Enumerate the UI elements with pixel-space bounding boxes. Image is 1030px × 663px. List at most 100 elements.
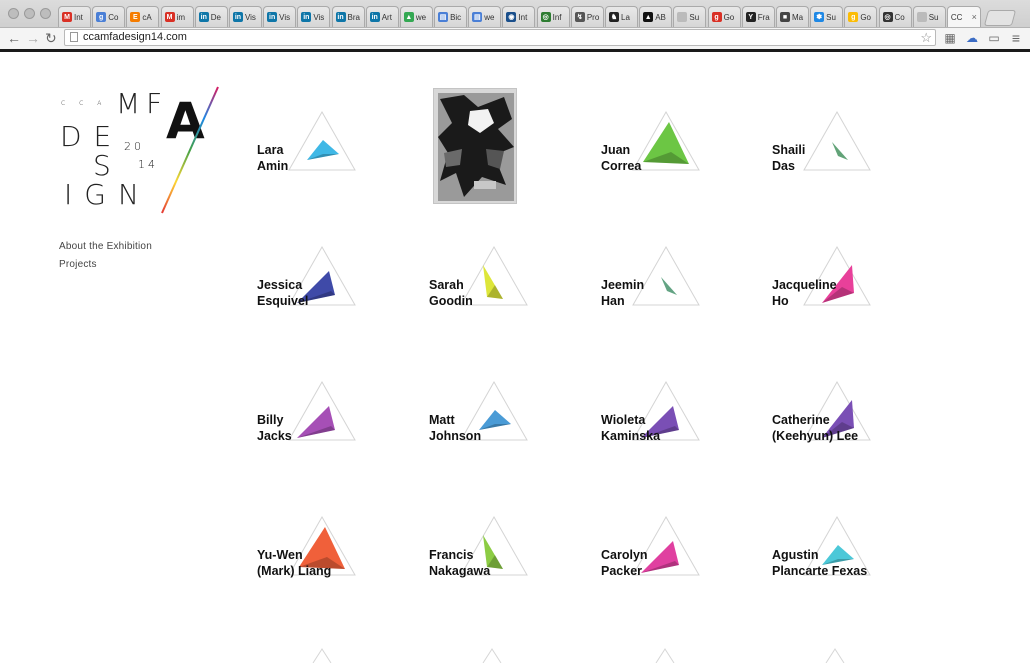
logo-rainbow-slash <box>161 86 219 214</box>
maximize-window-button[interactable] <box>40 8 51 19</box>
extension-window-icon[interactable]: ▦ <box>943 31 957 45</box>
student-card[interactable]: Agustin Plancarte Fexas <box>772 515 942 625</box>
browser-tab[interactable]: ◎ Co <box>878 6 912 27</box>
tab-favicon-icon: E <box>130 12 141 22</box>
browser-tab[interactable]: g Go <box>707 6 741 27</box>
tab-favicon-icon: in <box>335 12 346 22</box>
student-name[interactable]: Carolyn Packer <box>601 547 648 579</box>
browser-tab[interactable]: in Art <box>365 6 399 27</box>
back-arrow-icon[interactable]: ← <box>7 30 21 46</box>
browser-tab[interactable]: ▤ we <box>468 6 502 27</box>
forward-arrow-icon[interactable]: → <box>26 30 40 46</box>
browser-tab[interactable]: Y Fra <box>741 6 775 27</box>
browser-tab[interactable]: CC × <box>946 6 981 27</box>
browser-tab[interactable]: in Bra <box>331 6 365 27</box>
browser-tab[interactable]: ✽ Su <box>810 6 844 27</box>
student-name[interactable]: Francis Nakagawa <box>429 547 490 579</box>
student-name[interactable]: Juan Correa <box>601 142 641 174</box>
browser-tab[interactable]: in Vis <box>228 6 262 27</box>
browser-tab[interactable]: M Int <box>58 6 91 27</box>
browser-tab[interactable]: ◎ Inf <box>536 6 570 27</box>
tab-favicon-icon: ▤ <box>472 12 483 22</box>
student-card[interactable]: Yu-Wen (Mark) Liang <box>257 515 427 625</box>
about-exhibition-link[interactable]: About the Exhibition <box>59 241 152 252</box>
triangle-icon <box>632 110 700 171</box>
triangle-shade <box>832 142 848 160</box>
browser-tab[interactable]: ↯ Pro <box>570 6 604 27</box>
student-name[interactable]: Matt Johnson <box>429 412 481 444</box>
browser-tab[interactable]: in De <box>194 6 228 27</box>
browser-tab[interactable]: Su <box>673 6 707 27</box>
student-card[interactable]: Francis Nakagawa <box>429 515 599 625</box>
browser-tab[interactable]: Su <box>912 6 946 27</box>
tab-favicon-icon: in <box>369 12 380 22</box>
student-card[interactable]: Jeemin Han <box>601 245 771 355</box>
student-first-name: Jacqueline <box>772 278 837 292</box>
browser-tab[interactable]: Mim <box>160 6 194 27</box>
project-thumbnail-card[interactable] <box>429 88 599 220</box>
student-card[interactable]: Jessica Esquivel <box>257 245 427 355</box>
student-card[interactable]: Billy Jacks <box>257 380 427 490</box>
browser-tab[interactable]: g Co <box>92 6 126 27</box>
student-card[interactable]: Carolyn Packer <box>601 515 771 625</box>
student-last-name: Jacks <box>257 429 292 443</box>
student-last-name: Esquivel <box>257 294 309 308</box>
browser-tab[interactable]: g Go <box>844 6 878 27</box>
tab-favicon-icon: ▲ <box>643 12 654 22</box>
student-name[interactable]: Shaili Das <box>772 142 805 174</box>
tab-favicon-icon: ✽ <box>814 12 825 22</box>
menu-icon[interactable]: ≡ <box>1009 30 1023 46</box>
student-card[interactable]: Shaili Das <box>772 110 942 220</box>
student-name[interactable]: Yu-Wen (Mark) Liang <box>257 547 331 579</box>
student-name[interactable]: Jeemin Han <box>601 277 644 309</box>
tab-favicon-icon: Y <box>745 12 756 22</box>
student-card[interactable]: Sarah Goodin <box>429 245 599 355</box>
minimize-window-button[interactable] <box>24 8 35 19</box>
student-name[interactable]: Jacqueline Ho <box>772 277 837 309</box>
browser-tab[interactable]: ▤ Bic <box>434 6 468 27</box>
browser-tab[interactable]: in Vis <box>263 6 297 27</box>
triangle-outline <box>288 110 356 171</box>
student-first-name: Francis <box>429 548 474 562</box>
student-card[interactable]: Juan Correa <box>601 110 771 220</box>
triangle-shade <box>661 277 677 295</box>
bookmark-star-icon[interactable]: ☆ <box>920 30 932 45</box>
browser-tab[interactable]: ▲ AB <box>639 6 673 27</box>
student-name[interactable]: Jessica Esquivel <box>257 277 308 309</box>
student-card[interactable]: Catherine (Keehyun) Lee <box>772 380 942 490</box>
browser-tab[interactable]: ♞ La <box>605 6 638 27</box>
student-name[interactable]: Agustin Plancarte Fexas <box>772 547 867 579</box>
student-card[interactable]: Matt Johnson <box>429 380 599 490</box>
cast-icon[interactable]: ▭ <box>987 31 1001 45</box>
projects-link[interactable]: Projects <box>59 259 97 270</box>
extension-cloud-icon[interactable]: ☁ <box>965 31 979 45</box>
student-name[interactable]: Sarah Goodin <box>429 277 473 309</box>
student-name[interactable]: Billy Jacks <box>257 412 292 444</box>
browser-tab[interactable]: ◉ Int <box>502 6 536 27</box>
close-window-button[interactable] <box>8 8 19 19</box>
student-card[interactable]: Lara Amin <box>257 110 427 220</box>
student-name[interactable]: Wioleta Kaminska <box>601 412 660 444</box>
student-name[interactable]: Lara Amin <box>257 142 288 174</box>
close-tab-icon[interactable]: × <box>972 12 977 22</box>
browser-tab[interactable]: ▲ we <box>399 6 433 27</box>
tab-label: Fra <box>757 12 770 22</box>
site-logo[interactable]: C C A MF A DE 20 S 14 IGN <box>58 86 223 216</box>
student-last-name: (Keehyun) Lee <box>772 429 859 443</box>
student-name[interactable]: Catherine (Keehyun) Lee <box>772 412 858 444</box>
browser-tab[interactable]: in Vis <box>297 6 331 27</box>
triangle-icon <box>288 380 356 441</box>
address-bar-url: ccamfadesign14.com <box>83 31 187 43</box>
address-bar[interactable]: ccamfadesign14.com ☆ <box>64 29 936 46</box>
new-tab-button[interactable] <box>983 10 1017 26</box>
student-first-name: Jeemin <box>601 278 645 292</box>
student-first-name: Jessica <box>257 278 303 292</box>
student-card[interactable]: Wioleta Kaminska <box>601 380 771 490</box>
project-image[interactable] <box>433 88 517 204</box>
browser-tab[interactable]: ■ Ma <box>775 6 809 27</box>
browser-tab[interactable]: EcA <box>126 6 160 27</box>
student-last-name: Johnson <box>429 429 482 443</box>
reload-icon[interactable]: ↻ <box>45 30 57 47</box>
student-card[interactable]: Jacqueline Ho <box>772 245 942 355</box>
tab-label: Su <box>826 12 836 22</box>
